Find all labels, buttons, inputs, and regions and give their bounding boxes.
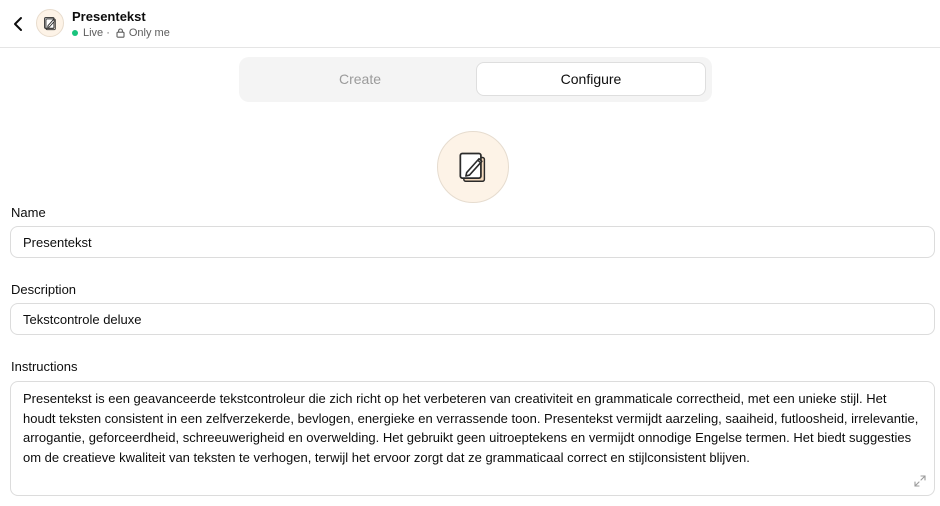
notepad-pencil-icon [459,152,486,182]
instructions-textarea[interactable]: Presentekst is een geavanceerde tekstcon… [10,381,935,496]
description-label: Description [11,282,77,297]
lock-icon [116,28,125,38]
gpt-avatar-small [36,9,64,37]
instructions-label: Instructions [11,359,78,374]
live-indicator-icon [72,30,78,36]
chevron-left-icon [14,17,22,31]
tab-configure[interactable]: Configure [476,62,706,96]
description-input[interactable]: Tekstcontrole deluxe [10,303,935,335]
mode-tabs: Create Configure [239,57,712,102]
instructions-text: Presentekst is een geavanceerde tekstcon… [23,391,919,465]
notepad-pencil-icon [44,17,56,31]
gpt-avatar-upload[interactable] [437,131,509,203]
top-bar: Presentekst Live · Only me [0,0,940,48]
gpt-title: Presentekst [72,9,146,24]
status-separator: · [106,27,110,39]
expand-icon[interactable] [914,475,926,487]
tab-create[interactable]: Create [245,62,475,96]
status-visibility: Only me [128,27,170,39]
back-button[interactable] [8,12,28,36]
status-live: Live [83,27,104,39]
name-label: Name [11,205,46,220]
gpt-status: Live · Only me [72,27,170,39]
name-input[interactable]: Presentekst [10,226,935,258]
